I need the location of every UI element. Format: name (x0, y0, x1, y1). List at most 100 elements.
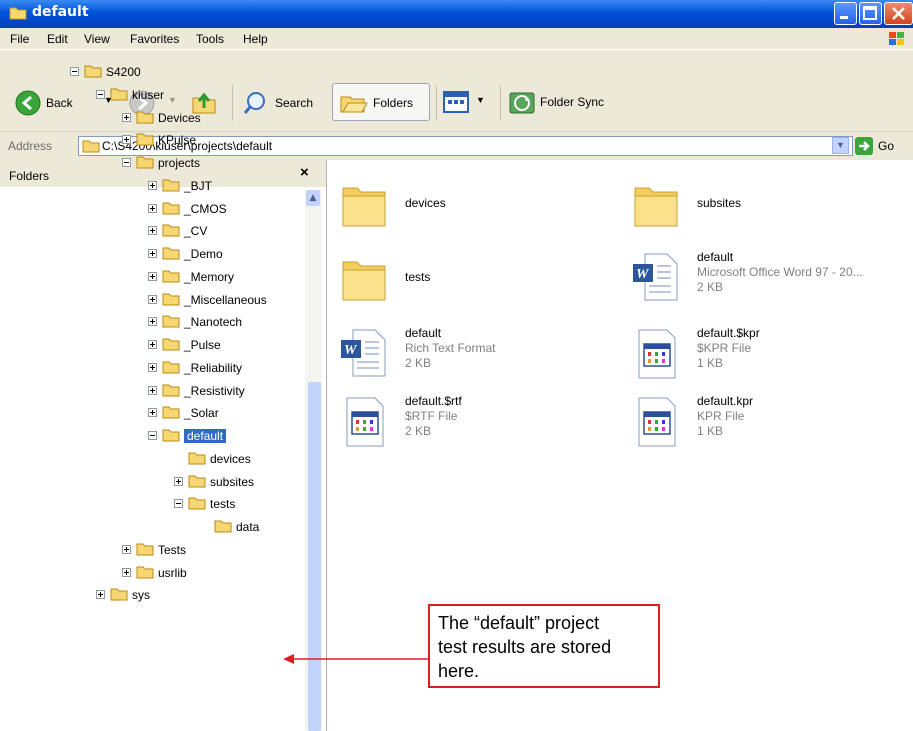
file-item[interactable]: Wdefault Microsoft Office Word 97 - 20...… (631, 250, 913, 310)
file-size: 1 KB (697, 424, 724, 438)
file-item[interactable]: devices (339, 178, 629, 238)
tree-item-label: _Pulse (184, 338, 221, 352)
expand-icon[interactable] (122, 544, 131, 554)
menu-help[interactable]: Help (243, 32, 268, 46)
file-item[interactable]: default.$kpr $KPR File 1 KB (631, 326, 913, 386)
expand-icon[interactable] (122, 567, 131, 577)
folder-icon (162, 361, 180, 374)
go-arrow-icon[interactable] (854, 136, 874, 156)
file-item[interactable]: Wdefault Rich Text Format 2 KB (339, 326, 629, 386)
tree-item-label: _Nanotech (184, 315, 243, 330)
folder-icon (136, 156, 154, 169)
svg-text:W: W (344, 343, 358, 358)
collapse-icon[interactable] (96, 89, 105, 99)
menu-edit[interactable]: Edit (47, 32, 68, 46)
svg-text:W: W (636, 267, 650, 282)
file-item[interactable]: default.kpr KPR File 1 KB (631, 394, 913, 454)
callout-line-1: The “default” project (438, 613, 600, 633)
folder-icon (110, 88, 128, 101)
folder-icon (162, 406, 180, 419)
address-dropdown-icon[interactable]: ▼ (832, 137, 849, 154)
folder-icon (82, 140, 100, 153)
folder-icon (162, 293, 180, 305)
minimize-button[interactable] (834, 2, 857, 25)
file-name: default.$kpr (697, 326, 760, 340)
tree-item-tests[interactable]: Tests (122, 540, 352, 560)
expand-icon[interactable] (148, 340, 157, 349)
menu-tools[interactable]: Tools (196, 32, 224, 46)
folder-sync-button[interactable]: Folder Sync (508, 89, 628, 117)
maximize-button[interactable] (859, 2, 882, 25)
go-button[interactable]: Go (878, 139, 894, 153)
expand-icon[interactable] (174, 476, 183, 486)
expand-icon[interactable] (148, 180, 157, 190)
maximize-icon (863, 6, 877, 20)
tree-item-kpulse[interactable]: KPulse (122, 130, 352, 150)
file-item[interactable]: tests (339, 252, 629, 312)
expand-icon[interactable] (148, 203, 157, 213)
file-item[interactable]: subsites (631, 178, 913, 238)
expand-icon[interactable] (122, 112, 131, 122)
collapse-icon[interactable] (122, 158, 131, 167)
expand-icon[interactable] (148, 249, 157, 258)
callout-line-2: test results are stored (438, 637, 612, 657)
folder-icon (188, 497, 206, 510)
tree-item-label: Devices (158, 110, 201, 125)
tree-item-label: sys (132, 588, 150, 603)
file-name: default.$rtf (405, 394, 462, 408)
address-label: Address (8, 139, 53, 153)
views-button[interactable]: ▼ (442, 88, 498, 116)
folder-icon (188, 475, 206, 487)
tree-item-label: _Reliability (184, 360, 243, 375)
tree-item-label: KPulse (158, 133, 197, 148)
collapse-icon[interactable] (70, 67, 79, 76)
expand-icon[interactable] (148, 317, 157, 327)
folder-icon (162, 247, 180, 260)
collapse-icon[interactable] (174, 499, 183, 509)
callout-arrow (283, 654, 428, 664)
menu-file[interactable]: File (10, 32, 29, 46)
tree-item-label: S4200 (106, 65, 141, 79)
menu-view[interactable]: View (84, 32, 110, 46)
application-file-icon (346, 397, 384, 447)
application-file-icon (638, 329, 676, 379)
tree-item-sys[interactable]: sys (96, 585, 326, 605)
expand-icon[interactable] (96, 590, 105, 600)
application-file-icon (638, 397, 676, 447)
file-name: devices (405, 196, 446, 210)
menu-favorites[interactable]: Favorites (130, 32, 179, 46)
word-document-icon: W (633, 253, 678, 301)
folder-icon (214, 520, 232, 533)
folder-icon (162, 179, 180, 192)
tree-item-kiuser[interactable]: kiuser (96, 85, 326, 105)
expand-icon[interactable] (148, 408, 157, 418)
views-dropdown-icon: ▼ (476, 95, 485, 105)
menu-bar: File Edit View Favorites Tools Help (0, 28, 913, 50)
close-button[interactable] (884, 2, 913, 25)
file-size: 1 KB (697, 356, 724, 370)
folder-icon (162, 315, 180, 328)
file-type: $RTF File (405, 409, 458, 423)
folder-icon (136, 133, 154, 146)
file-name: subsites (697, 196, 742, 210)
tree-item-devices[interactable]: Devices (122, 108, 352, 128)
file-name: default (405, 326, 442, 340)
collapse-icon[interactable] (148, 431, 157, 440)
minimize-icon (840, 16, 848, 19)
expand-icon[interactable] (148, 385, 157, 395)
file-item[interactable]: default.$rtf $RTF File 2 KB (339, 394, 629, 454)
tree-item-label: _Memory (184, 269, 235, 284)
file-name: default.kpr (697, 394, 754, 408)
expand-icon[interactable] (148, 271, 157, 281)
tree-item-usrlib[interactable]: usrlib (122, 563, 352, 583)
folder-icon (162, 202, 180, 214)
tree-item-s4200[interactable]: S4200 (70, 62, 300, 82)
window-title: default (32, 4, 89, 20)
folder-icon (162, 429, 180, 442)
expand-icon[interactable] (148, 226, 157, 236)
expand-icon[interactable] (122, 135, 131, 145)
expand-icon[interactable] (148, 294, 157, 304)
expand-icon[interactable] (148, 362, 157, 372)
back-label: Back (46, 96, 73, 110)
tree-item-projects[interactable]: projects (122, 153, 352, 173)
